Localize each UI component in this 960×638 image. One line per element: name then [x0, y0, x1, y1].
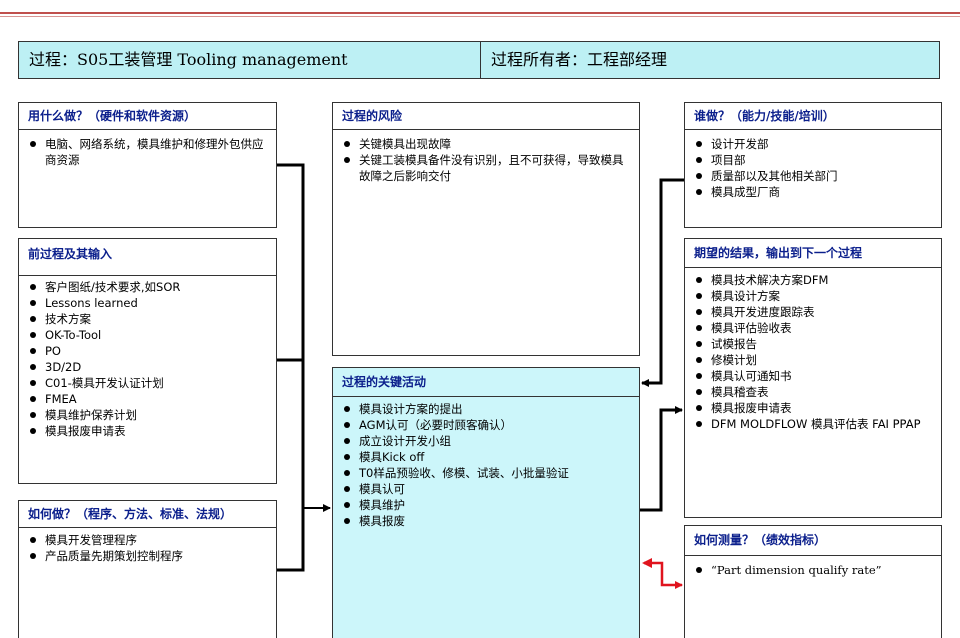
connector-how — [277, 508, 305, 572]
connector-who — [641, 178, 684, 387]
connector-expected — [640, 406, 683, 512]
connector-lines — [277, 163, 684, 589]
connector-measure-head — [642, 558, 652, 568]
connector-with-what — [277, 163, 305, 508]
